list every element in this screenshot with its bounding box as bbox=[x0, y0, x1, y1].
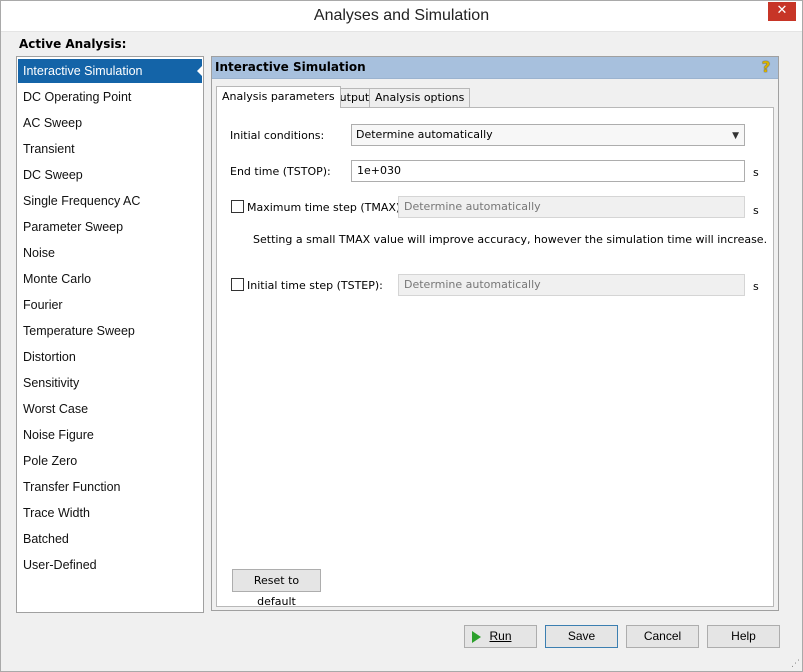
play-icon bbox=[472, 631, 481, 643]
analysis-item[interactable]: AC Sweep bbox=[18, 111, 202, 135]
analysis-item[interactable]: Fourier bbox=[18, 293, 202, 317]
analysis-item[interactable]: Trace Width bbox=[18, 501, 202, 525]
analysis-list[interactable]: Interactive Simulation DC Operating Point… bbox=[16, 56, 204, 613]
analysis-item[interactable]: Sensitivity bbox=[18, 371, 202, 395]
title-bar: Analyses and Simulation ✕ bbox=[1, 1, 802, 32]
save-button[interactable]: Save bbox=[545, 625, 618, 648]
analysis-item[interactable]: Worst Case bbox=[18, 397, 202, 421]
analysis-item[interactable]: Pole Zero bbox=[18, 449, 202, 473]
tstep-unit: s bbox=[753, 280, 759, 293]
analysis-item[interactable]: DC Operating Point bbox=[18, 85, 202, 109]
analysis-item[interactable]: Distortion bbox=[18, 345, 202, 369]
active-analysis-label: Active Analysis: bbox=[19, 37, 127, 51]
tab-analysis-options[interactable]: Analysis options bbox=[369, 88, 471, 107]
tstep-checkbox[interactable] bbox=[231, 278, 244, 291]
tab-analysis-parameters[interactable]: Analysis parameters bbox=[216, 86, 341, 108]
run-label: Run bbox=[489, 629, 512, 643]
analysis-item[interactable]: Noise bbox=[18, 241, 202, 265]
chevron-down-icon: ▼ bbox=[732, 131, 739, 141]
end-time-label: End time (TSTOP): bbox=[230, 165, 331, 178]
initial-conditions-label: Initial conditions: bbox=[230, 129, 325, 142]
close-button[interactable]: ✕ bbox=[768, 2, 796, 21]
help-button[interactable]: Help bbox=[707, 625, 780, 648]
reset-to-default-button[interactable]: Reset to default bbox=[232, 569, 321, 608]
analysis-item[interactable]: Interactive Simulation bbox=[18, 59, 203, 83]
analysis-item[interactable]: Transient bbox=[18, 137, 202, 161]
end-time-input[interactable]: 1e+030 bbox=[351, 160, 745, 182]
tmax-checkbox[interactable] bbox=[231, 200, 244, 213]
initial-conditions-value: Determine automatically bbox=[356, 128, 493, 141]
analysis-item[interactable]: Monte Carlo bbox=[18, 267, 202, 291]
analyses-dialog: Analyses and Simulation ✕ Active Analysi… bbox=[0, 0, 803, 672]
resize-grip-icon[interactable]: ⋰ bbox=[791, 659, 800, 669]
analysis-item[interactable]: Transfer Function bbox=[18, 475, 202, 499]
analysis-item[interactable]: User-Defined bbox=[18, 553, 202, 577]
analysis-item[interactable]: Parameter Sweep bbox=[18, 215, 202, 239]
analysis-settings-panel: Interactive Simulation ? Analysis parame… bbox=[211, 56, 779, 611]
analysis-item[interactable]: Temperature Sweep bbox=[18, 319, 202, 343]
tstep-input[interactable]: Determine automatically bbox=[398, 274, 745, 296]
initial-conditions-select[interactable]: Determine automatically ▼ bbox=[351, 124, 745, 146]
tmax-label: Maximum time step (TMAX): bbox=[247, 201, 404, 214]
end-time-unit: s bbox=[753, 166, 759, 179]
tmax-hint: Setting a small TMAX value will improve … bbox=[253, 233, 768, 246]
analysis-item[interactable]: Single Frequency AC bbox=[18, 189, 202, 213]
tmax-unit: s bbox=[753, 204, 759, 217]
window-title: Analyses and Simulation bbox=[313, 7, 490, 24]
tstep-label: Initial time step (TSTEP): bbox=[247, 279, 383, 292]
close-icon: ✕ bbox=[776, 3, 788, 18]
tmax-input[interactable]: Determine automatically bbox=[398, 196, 745, 218]
panel-title: Interactive Simulation bbox=[215, 60, 366, 74]
run-button[interactable]: Run bbox=[464, 625, 537, 648]
analysis-item[interactable]: Noise Figure bbox=[18, 423, 202, 447]
analysis-parameters-page: Initial conditions: Determine automatica… bbox=[216, 107, 774, 608]
help-question-icon[interactable]: ? bbox=[758, 58, 774, 76]
analysis-item[interactable]: DC Sweep bbox=[18, 163, 202, 187]
cancel-button[interactable]: Cancel bbox=[626, 625, 699, 648]
analysis-item[interactable]: Batched bbox=[18, 527, 202, 551]
panel-header: Interactive Simulation ? bbox=[212, 57, 778, 79]
